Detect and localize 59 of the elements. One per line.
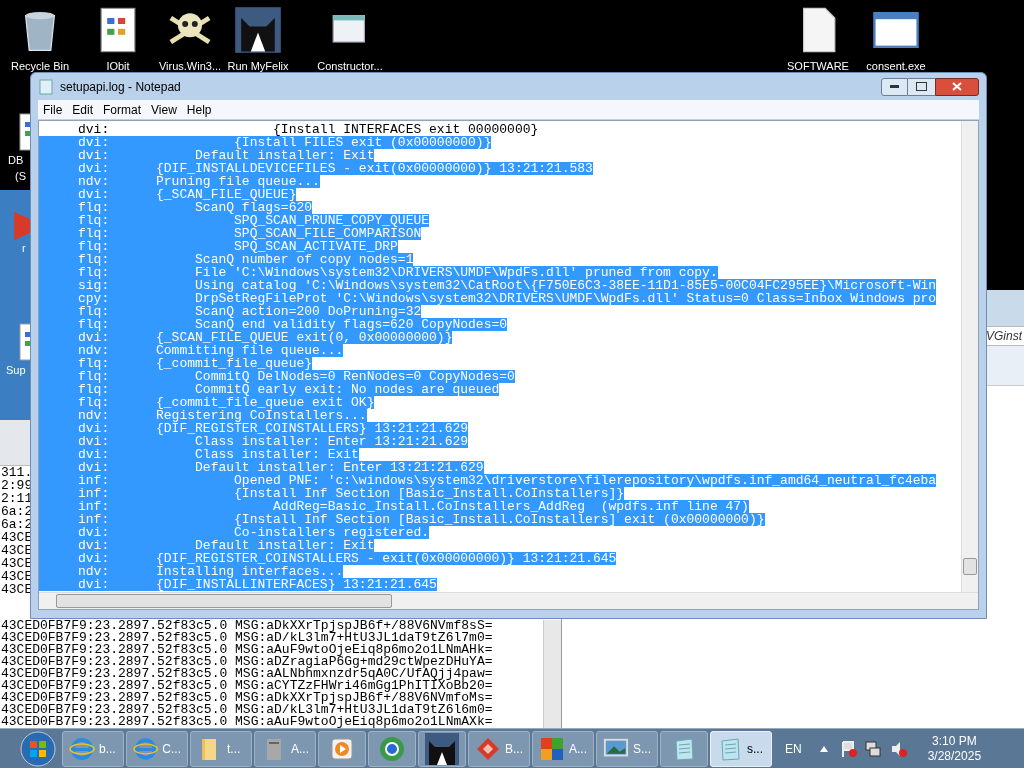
- show-hidden-icons-icon[interactable]: [819, 745, 828, 752]
- browser-e-icon: [69, 735, 95, 762]
- browser-e-icon: [133, 735, 159, 762]
- horizontal-scrollbar[interactable]: [39, 592, 978, 609]
- scroll-thumb[interactable]: [963, 558, 977, 575]
- scroll-thumb[interactable]: [56, 594, 392, 608]
- minimize-button[interactable]: [881, 77, 908, 96]
- icon-label[interactable]: (S: [15, 168, 26, 184]
- cat-icon: [234, 6, 282, 54]
- log-line: 311.: [1, 466, 33, 479]
- close-icon: [952, 82, 962, 91]
- maximize-button[interactable]: [908, 77, 935, 96]
- menu-item[interactable]: Help: [181, 100, 217, 119]
- windows-logo-icon: [20, 730, 56, 767]
- log-line: 43CED0FB7F9:23.2897.52f83c5.0 MSG:aD/kL3lm7+HtU3JL1daT9tZ6l6m0=: [1, 704, 493, 716]
- icon-label[interactable]: consent.exe: [866, 58, 926, 75]
- close-button[interactable]: [935, 77, 979, 96]
- minimize-icon: [890, 85, 899, 88]
- menu-item[interactable]: Edit: [67, 100, 99, 119]
- log-line: 43CED0FB7F9:23.2897.52f83c5.0 MSG:aAuF9wtoOjeEiq8p6mo2o1LNmAXk=: [1, 716, 493, 728]
- log-line: 43CED0FB7F9:23.2897.52f83c5.0 MSG:aD/kL3lm7+HtU3JL1daT9tZ6l7m0=: [1, 632, 493, 644]
- menu-item[interactable]: File: [38, 100, 68, 119]
- tiles-icon: [539, 735, 565, 762]
- log-line: 43CED0FB7F9:23.2897.52f83c5.0 MSG:aDkXXrTpjspJB6f+/88V6NVmfoMs=: [1, 692, 493, 704]
- icon-label[interactable]: Constructor...: [317, 58, 383, 75]
- taskbar-button[interactable]: s...: [710, 730, 772, 767]
- log-line: 43CED0FB7F9:23.2897.52f83c5.0 MSG:aAuF9wtoOjeEiq8p6mo2o1LNmAHk=: [1, 644, 493, 656]
- vertical-scrollbar[interactable]: [961, 121, 978, 592]
- restore-icon: [916, 82, 927, 91]
- icon-label[interactable]: Virus.Win3...: [158, 58, 222, 75]
- cat-icon: [425, 732, 459, 765]
- icon-label[interactable]: Run MyFelix: [227, 58, 289, 75]
- triangle-app-icon: [14, 212, 30, 240]
- log-line: 43CED0FB7F9:23.2897.52f83c5.0 MSG:aCYTZzFHWri46mGg1PhITIXoBb20=: [1, 680, 493, 692]
- menu-item[interactable]: View: [146, 100, 182, 119]
- icon-label[interactable]: Sup: [6, 362, 26, 378]
- tab-title[interactable]: VGinst: [986, 327, 1022, 345]
- language-indicator[interactable]: EN: [785, 739, 802, 758]
- taskbar-button[interactable]: [418, 730, 466, 767]
- log-line: 43CED0FB7F9:23.2897.52f83c5.0 MSG:aALNbhmxnzdr5qA0C/UfAQjj4paw=: [1, 668, 493, 680]
- log-line: 43CED0FB7F9:23.2897.52f83c5.0 MSG:aDkXXrTpjspJB6f+/88V6NVmf8sS=: [1, 620, 493, 632]
- scrollbar[interactable]: [543, 620, 561, 728]
- globe-icon: [378, 734, 406, 763]
- network-icon[interactable]: [863, 739, 882, 758]
- diamond-icon: [475, 735, 501, 762]
- icon-label[interactable]: SOFTWARE: [787, 58, 849, 75]
- menu-item[interactable]: Format: [98, 100, 147, 119]
- start-button[interactable]: [18, 730, 58, 767]
- icon-label[interactable]: IObit: [106, 58, 130, 75]
- icon-label[interactable]: DB: [8, 152, 24, 168]
- play-icon: [329, 735, 355, 762]
- flag-alert-icon[interactable]: [839, 739, 858, 758]
- notepad-icon: [38, 78, 54, 95]
- clock-time[interactable]: 3:10 PM: [932, 733, 977, 749]
- log-line: 2:11: [1, 492, 33, 505]
- clock-date[interactable]: 3/28/2025: [927, 748, 982, 764]
- window-title: setupapi.log - Notepad: [60, 78, 181, 96]
- icon-label[interactable]: Recycle Bin: [10, 58, 70, 75]
- log-line: 43CED0FB7F9:23.2897.52f83c5.0 MSG:aDZragiaP6Gg+md29ctWpezDHuYA=: [1, 656, 493, 668]
